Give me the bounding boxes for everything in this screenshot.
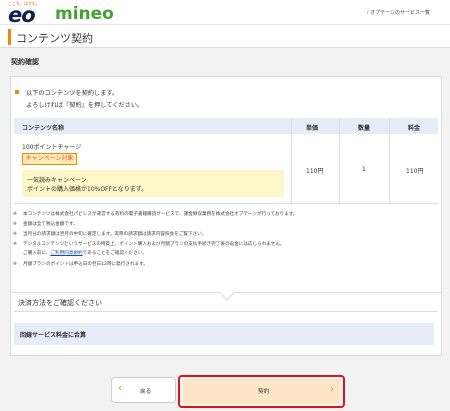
note-item: ※ 金額は全て税込金額です。 [13, 222, 78, 227]
payment-method: 回線サービス料金に合算 [20, 332, 87, 339]
column-divider [339, 118, 340, 204]
back-button[interactable]: ‹ 戻る [111, 377, 176, 403]
note-item: ※ 本コンテンツは株式会社パピレスが運営する有料の電子書籍購読サービスで、課金徴収… [13, 212, 298, 217]
intro-text-1: 以下のコンテンツを契約します。 [26, 90, 119, 97]
unit-price-value: 110円 [306, 168, 324, 175]
contract-button[interactable]: 契約 › [183, 379, 340, 404]
terms-link[interactable]: ご利用同意規約 [50, 251, 82, 256]
bullet-icon [15, 90, 19, 94]
chevron-right-icon: › [330, 384, 334, 395]
header-unit-price: 単価 [306, 125, 319, 132]
back-button-label: 戻る [140, 389, 152, 395]
campaign-badge: キャンペーン対象 [22, 153, 77, 165]
header-quantity: 数量 [358, 125, 371, 132]
product-name: 100ポイントチャージ [22, 144, 82, 151]
note-item: ※ デジタルコンテンツというサービスの特質上、ポイント購入および月額プランの支払手… [13, 242, 285, 247]
campaign-title: 一気読みキャンペーン [27, 177, 87, 184]
table-header [14, 118, 438, 134]
top-header: ここち、はずむ。 eo mineo › オプテージのサービス一覧 [0, 0, 450, 27]
mineo-logo[interactable]: mineo [55, 4, 114, 24]
campaign-description: ポイントの購入価格が10%OFFとなります。 [27, 186, 148, 193]
header-content-name: コンテンツ名称 [22, 125, 65, 132]
contract-button-label: 契約 [258, 389, 270, 395]
amount-value: 110円 [406, 168, 424, 175]
divider [14, 311, 438, 312]
column-divider [291, 118, 292, 204]
intro-text-2: よろしければ『契約』を押してください。 [26, 102, 144, 109]
note-item: ※ 当月分の請求額は翌月の中旬に確定します。実際の請求額は請求内容照会をご覧下さい… [13, 232, 207, 237]
page-title-bar: コンテンツ契約 [0, 24, 450, 48]
title-accent-bar [8, 29, 11, 45]
payment-heading: 決済方法をご確認ください [18, 299, 102, 307]
page-title: コンテンツ契約 [16, 32, 93, 45]
header-amount: 料金 [408, 125, 421, 132]
section-heading: 契約確認 [11, 58, 39, 66]
note-item: ご購入前に、ご利用同意規約であることをご確認ください。 [23, 251, 147, 256]
note-item: ※ 月額プランのポイントは申込日の翌日12時に発行されます。 [13, 262, 148, 267]
service-list-link[interactable]: › オプテージのサービス一覧 [367, 9, 431, 16]
quantity-value: 1 [362, 166, 366, 173]
chevron-left-icon: ‹ [118, 383, 122, 394]
column-divider [389, 118, 390, 204]
